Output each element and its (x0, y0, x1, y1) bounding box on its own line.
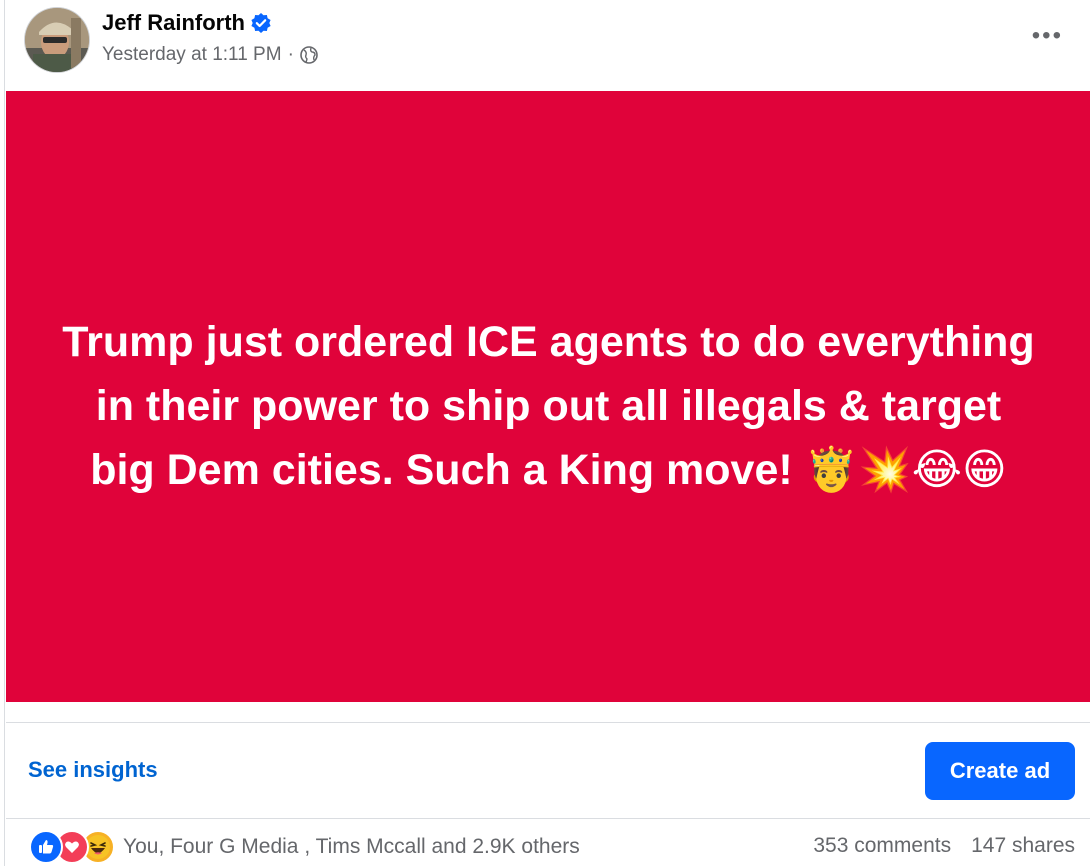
like-icon (29, 830, 63, 864)
reactions-text[interactable]: You, Four G Media , Tims Mccall and 2.9K… (123, 835, 580, 859)
verified-badge-icon (251, 13, 271, 33)
post-timestamp[interactable]: Yesterday at 1:11 PM (102, 44, 282, 66)
meta-separator: · (287, 44, 294, 65)
globe-icon[interactable] (300, 46, 318, 64)
author-name[interactable]: Jeff Rainforth (102, 10, 245, 36)
divider (6, 722, 1090, 723)
more-options-button[interactable]: ••• (1032, 24, 1063, 48)
divider (6, 818, 1090, 819)
create-ad-button[interactable]: Create ad (925, 742, 1075, 800)
reactions-summary[interactable]: You, Four G Media , Tims Mccall and 2.9K… (29, 830, 580, 864)
see-insights-link[interactable]: See insights (28, 757, 158, 783)
shares-count[interactable]: 147 shares (971, 834, 1075, 858)
post-card: Jeff Rainforth Yesterday at 1:11 PM · ••… (4, 0, 1090, 866)
author-avatar[interactable] (25, 8, 89, 72)
post-body-text: Trump just ordered ICE agents to do ever… (62, 317, 1035, 494)
comments-count[interactable]: 353 comments (813, 834, 951, 858)
post-text-background: Trump just ordered ICE agents to do ever… (6, 91, 1090, 702)
